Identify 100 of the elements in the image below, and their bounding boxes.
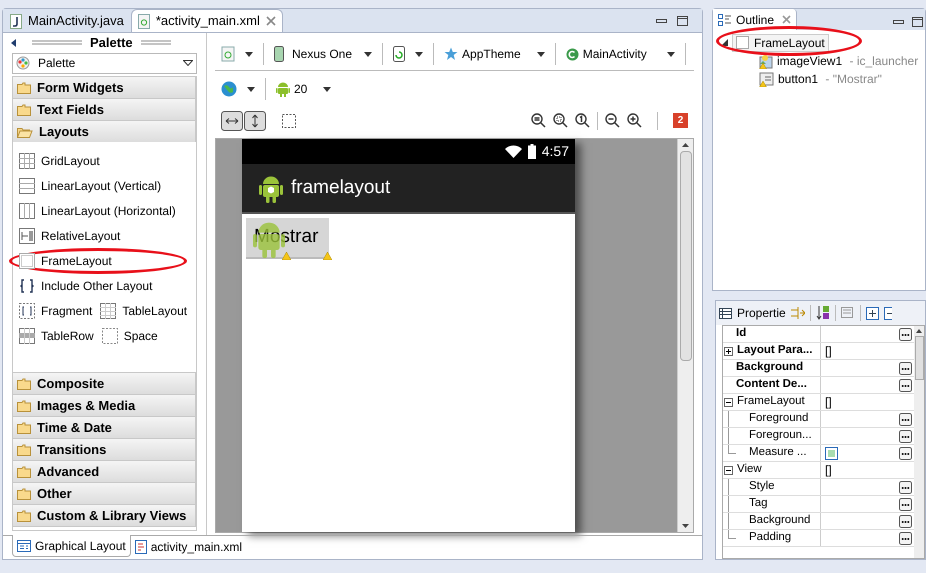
- zoom-in-icon[interactable]: [627, 113, 642, 128]
- caret-icon[interactable]: [415, 52, 424, 56]
- more-button[interactable]: [899, 480, 912, 494]
- category-header[interactable]: Custom & Library Views: [13, 504, 196, 526]
- tree-item[interactable]: button1 - "Mostrar": [759, 70, 882, 88]
- scroll-down-icon[interactable]: [682, 524, 689, 528]
- category-header[interactable]: Text Fields: [13, 98, 196, 120]
- palette-item[interactable]: RelativeLayout: [19, 226, 120, 245]
- collapse-icon[interactable]: [724, 398, 733, 406]
- warning-icon: [282, 252, 291, 260]
- minimize-icon[interactable]: [656, 19, 667, 23]
- scroll-up-icon[interactable]: [916, 329, 922, 333]
- category-header[interactable]: Transitions: [13, 438, 196, 460]
- palette-item[interactable]: Include Other Layout: [19, 276, 152, 295]
- close-icon[interactable]: [782, 15, 792, 24]
- category-header[interactable]: Composite: [13, 372, 196, 394]
- battery-icon: [528, 144, 536, 159]
- outline-tab[interactable]: Outline: [713, 9, 798, 30]
- palette-item[interactable]: Fragment: [19, 302, 92, 320]
- globe-icon[interactable]: [221, 81, 237, 97]
- tree-item[interactable]: FrameLayout: [732, 34, 829, 52]
- category-header[interactable]: Images & Media: [13, 394, 196, 416]
- caret-icon: [666, 52, 675, 56]
- expand-all-icon[interactable]: [866, 306, 879, 320]
- table-row-icon: [19, 328, 35, 344]
- phone-icon: [274, 46, 284, 62]
- device-dropdown[interactable]: Nexus One: [274, 45, 372, 63]
- fit-width-icon[interactable]: [221, 110, 243, 130]
- sort-icon[interactable]: [816, 306, 830, 320]
- activity-dropdown[interactable]: MainActivity: [566, 45, 675, 63]
- grid-icon: [19, 152, 35, 169]
- rows-icon: [19, 178, 35, 194]
- file-icon[interactable]: [221, 46, 235, 62]
- palette-item[interactable]: TableRow: [19, 326, 94, 345]
- rotate-icon[interactable]: [393, 46, 406, 62]
- palette-item[interactable]: FrameLayout: [19, 252, 112, 270]
- palette-dropdown[interactable]: Palette: [12, 52, 197, 74]
- caret-icon: [364, 52, 372, 56]
- properties-tab[interactable]: Propertie: [737, 304, 786, 322]
- grip-icon[interactable]: [32, 40, 82, 46]
- more-button[interactable]: [899, 412, 912, 426]
- layout-icon: [17, 540, 31, 552]
- text-file-icon: [134, 540, 147, 554]
- tree-toggle-icon[interactable]: [721, 38, 728, 46]
- maximize-icon[interactable]: [677, 16, 688, 26]
- category-header[interactable]: Form Widgets: [13, 76, 196, 98]
- close-icon[interactable]: [266, 16, 276, 26]
- more-button[interactable]: [899, 514, 912, 528]
- fit-height-icon[interactable]: [244, 110, 266, 130]
- palette-item[interactable]: LinearLayout (Vertical): [19, 176, 162, 195]
- tree-item[interactable]: imageView1 - ic_launcher: [759, 52, 918, 70]
- category-header[interactable]: Layouts: [13, 120, 196, 142]
- vertical-scrollbar[interactable]: [677, 139, 693, 532]
- category-header[interactable]: Other: [13, 482, 196, 504]
- more-button[interactable]: [899, 498, 912, 510]
- theme-dropdown[interactable]: AppTheme: [444, 45, 545, 63]
- filter-icon[interactable]: [790, 307, 805, 319]
- property-name: View: [737, 462, 762, 478]
- more-button[interactable]: [899, 378, 912, 392]
- category-header[interactable]: Time & Date: [13, 416, 196, 438]
- selection-icon[interactable]: [282, 114, 296, 128]
- collapse-arrow-icon[interactable]: [11, 38, 16, 47]
- table-icon: [100, 302, 116, 319]
- palette-item[interactable]: LinearLayout (Horizontal): [19, 202, 176, 220]
- caret-icon[interactable]: [245, 52, 253, 56]
- expand-icon[interactable]: [724, 346, 733, 356]
- palette-item[interactable]: Space: [102, 326, 158, 345]
- relative-layout-icon: [19, 228, 35, 244]
- editor-mode-tab[interactable]: activity_main.xml: [130, 536, 246, 557]
- palette-item[interactable]: TableLayout: [100, 302, 188, 320]
- zoom-out-icon[interactable]: [605, 113, 620, 128]
- minimize-icon[interactable]: [893, 20, 904, 24]
- zoom-fit-icon[interactable]: [553, 113, 568, 128]
- api-level-dropdown[interactable]: 20: [276, 80, 332, 98]
- folder-icon: [17, 488, 31, 500]
- grip-icon[interactable]: [140, 40, 171, 46]
- checkbox[interactable]: [825, 446, 838, 460]
- folder-icon: [17, 510, 31, 522]
- editor-mode-tab[interactable]: Graphical Layout: [12, 535, 131, 557]
- zoom-real-size-icon[interactable]: [531, 113, 546, 128]
- properties-scrollbar[interactable]: [914, 326, 924, 558]
- more-button[interactable]: [899, 362, 912, 374]
- scroll-up-icon[interactable]: [682, 143, 689, 147]
- editor-tab[interactable]: *activity_main.xml: [130, 9, 283, 32]
- collapse-icon[interactable]: [724, 466, 733, 474]
- error-count-badge[interactable]: 2: [673, 113, 688, 128]
- palette-item[interactable]: GridLayout: [19, 152, 100, 170]
- more-button[interactable]: [899, 446, 912, 460]
- more-button[interactable]: [899, 328, 912, 340]
- caret-icon[interactable]: [247, 86, 255, 92]
- more-button[interactable]: [899, 430, 912, 442]
- maximize-icon[interactable]: [912, 17, 923, 27]
- editor-tab[interactable]: MainActivity.java: [3, 10, 131, 32]
- xml-file-icon: [138, 14, 150, 28]
- scroll-thumb[interactable]: [914, 336, 924, 380]
- more-button[interactable]: [899, 532, 912, 544]
- collapse-all-icon[interactable]: [884, 306, 892, 320]
- zoom-100-icon[interactable]: [575, 113, 590, 128]
- property-name: Padding: [748, 530, 792, 546]
- category-header[interactable]: Advanced: [13, 460, 196, 482]
